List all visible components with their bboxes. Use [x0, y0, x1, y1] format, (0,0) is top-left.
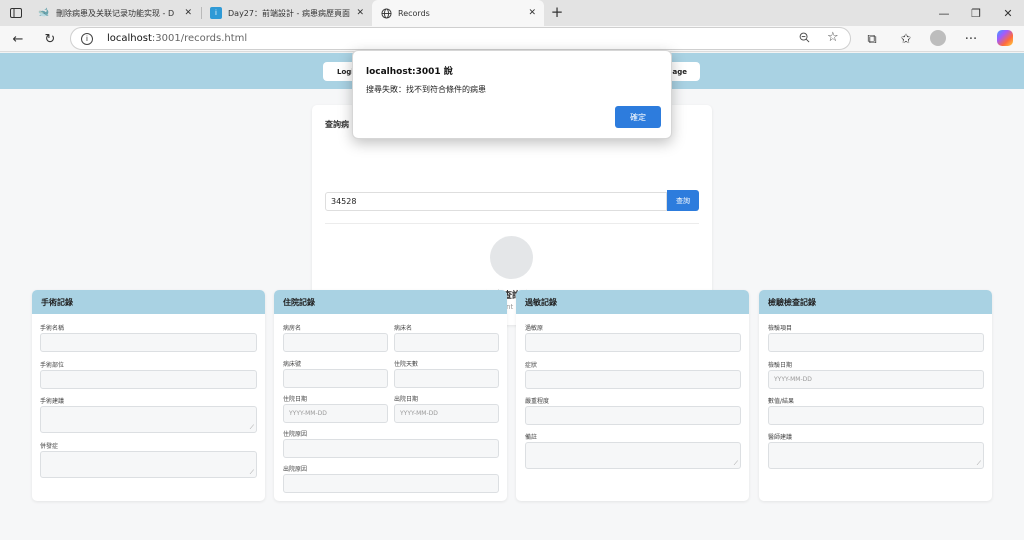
close-tab-icon[interactable]: ✕ [528, 8, 536, 18]
resize-grip-icon[interactable]: ⟋ [250, 470, 254, 476]
surgery-record-card: 手術記錄 手術名稱 手術部位 手術建議 ⟋ 併發症 ⟋ [32, 290, 265, 501]
card-title: 手術記錄 [32, 290, 265, 314]
ithome-favicon-icon: i [210, 7, 222, 19]
lab-item-input[interactable] [768, 333, 984, 352]
surgery-name-input[interactable] [40, 333, 257, 352]
field-label: 檢驗項目 [768, 325, 793, 332]
field-label: 病床名 [394, 325, 413, 332]
patient-avatar [490, 236, 533, 279]
close-tab-icon[interactable]: ✕ [184, 8, 192, 18]
field-label: 數值/結果 [768, 398, 795, 405]
field-label: 手術建議 [40, 398, 65, 405]
url-host: localhost [107, 33, 152, 44]
field-label: 住院原因 [283, 431, 308, 438]
field-label: 過敏原 [525, 325, 544, 332]
deepseek-favicon-icon: 🐋 [38, 8, 50, 18]
hospital-record-card: 住院記錄 病房名 病床名 病床號 住院天數 住院日期 出院日期 YYYY-MM-… [274, 290, 507, 501]
field-label: 住院日期 [283, 396, 308, 403]
admit-reason-input[interactable] [283, 439, 499, 458]
address-bar[interactable]: i localhost:3001/records.html ☆ [70, 27, 851, 50]
search-button[interactable]: 查詢 [667, 190, 699, 211]
field-label: 備註 [525, 434, 538, 441]
ward-input[interactable] [283, 333, 388, 352]
dialog-message: 搜尋失敗：找不到符合條件的病患 [366, 85, 486, 94]
alert-dialog: localhost:3001 說 搜尋失敗：找不到符合條件的病患 確定 [352, 50, 672, 139]
divider [325, 223, 699, 224]
field-label: 併發症 [40, 443, 59, 450]
zoom-icon[interactable] [799, 32, 810, 46]
restore-icon[interactable]: ❐ [960, 0, 992, 26]
profile-avatar[interactable] [930, 30, 946, 46]
doctor-advice-textarea[interactable]: ⟋ [768, 442, 984, 469]
site-info-icon[interactable]: i [81, 32, 93, 45]
close-tab-icon[interactable]: ✕ [356, 8, 364, 18]
url-path: :3001/records.html [151, 33, 248, 44]
copilot-icon[interactable] [997, 30, 1013, 46]
surgery-site-input[interactable] [40, 370, 257, 389]
resize-grip-icon[interactable]: ⟋ [734, 461, 738, 467]
new-tab-icon[interactable]: + [547, 2, 567, 22]
discharge-date-input[interactable]: YYYY-MM-DD [394, 404, 499, 423]
date-placeholder: YYYY-MM-DD [289, 410, 327, 417]
field-label: 出院原因 [283, 466, 308, 473]
date-placeholder: YYYY-MM-DD [774, 376, 812, 383]
favorites-icon[interactable]: ✩ [896, 29, 916, 49]
sidebar-toggle-icon[interactable] [6, 3, 26, 23]
browser-toolbar: ← ↻ i localhost:3001/records.html ☆ ⧉ ✩ … [0, 26, 1024, 52]
allergen-input[interactable] [525, 333, 741, 352]
stay-days-input[interactable] [394, 369, 499, 388]
symptom-input[interactable] [525, 370, 741, 389]
lab-value-input[interactable] [768, 406, 984, 425]
field-label: 病房名 [283, 325, 302, 332]
field-label: 嚴重程度 [525, 398, 550, 405]
browser-tab-active[interactable]: Records ✕ [372, 0, 544, 26]
window-close-icon[interactable]: ✕ [992, 0, 1024, 26]
patient-search-input[interactable] [325, 192, 667, 211]
lab-record-card: 檢驗檢查記錄 檢驗項目 檢驗日期 YYYY-MM-DD 數值/結果 醫師建議 ⟋ [759, 290, 992, 501]
field-label: 病床號 [283, 361, 302, 368]
note-textarea[interactable]: ⟋ [525, 442, 741, 469]
reload-icon[interactable]: ↻ [40, 29, 60, 49]
resize-grip-icon[interactable]: ⟋ [250, 425, 254, 431]
field-label: 檢驗日期 [768, 362, 793, 369]
bed-name-input[interactable] [394, 333, 499, 352]
browser-tab[interactable]: 🐋 刪除病患及关联记录功能实现 - D ✕ [30, 0, 200, 26]
field-label: 症狀 [525, 362, 538, 369]
card-title: 住院記錄 [274, 290, 507, 314]
discharge-reason-input[interactable] [283, 474, 499, 493]
extensions-icon[interactable]: ⧉ [862, 29, 882, 49]
field-label: 手術名稱 [40, 325, 65, 332]
tab-title: Day27：前端設計 - 病患病歷頁面 [228, 8, 350, 18]
bed-number-input[interactable] [283, 369, 388, 388]
browser-tab[interactable]: i Day27：前端設計 - 病患病歷頁面 ✕ [202, 0, 372, 26]
ok-button[interactable]: 確定 [615, 106, 661, 128]
card-title: 檢驗檢查記錄 [759, 290, 992, 314]
resize-grip-icon[interactable]: ⟋ [977, 461, 981, 467]
globe-icon [380, 7, 392, 19]
field-label: 醫師建議 [768, 434, 793, 441]
field-label: 手術部位 [40, 362, 65, 369]
card-title: 過敏記錄 [516, 290, 749, 314]
admit-date-input[interactable]: YYYY-MM-DD [283, 404, 388, 423]
lab-date-input[interactable]: YYYY-MM-DD [768, 370, 984, 389]
dialog-title: localhost:3001 說 [366, 67, 453, 77]
more-icon[interactable]: ··· [961, 29, 981, 49]
minimize-icon[interactable]: — [928, 0, 960, 26]
back-arrow-icon[interactable]: ← [8, 29, 28, 49]
search-label: 查詢病 [325, 120, 349, 129]
field-label: 住院天數 [394, 361, 419, 368]
browser-tab-bar: 🐋 刪除病患及关联记录功能实现 - D ✕ i Day27：前端設計 - 病患病… [0, 0, 1024, 26]
tab-title: Records [398, 8, 430, 18]
tab-title: 刪除病患及关联记录功能实现 - D [56, 8, 175, 18]
surgery-advice-textarea[interactable]: ⟋ [40, 406, 257, 433]
severity-input[interactable] [525, 406, 741, 425]
field-label: 出院日期 [394, 396, 419, 403]
date-placeholder: YYYY-MM-DD [400, 410, 438, 417]
complication-textarea[interactable]: ⟋ [40, 451, 257, 478]
allergy-record-card: 過敏記錄 過敏原 症狀 嚴重程度 備註 ⟋ [516, 290, 749, 501]
star-icon[interactable]: ☆ [827, 30, 839, 45]
